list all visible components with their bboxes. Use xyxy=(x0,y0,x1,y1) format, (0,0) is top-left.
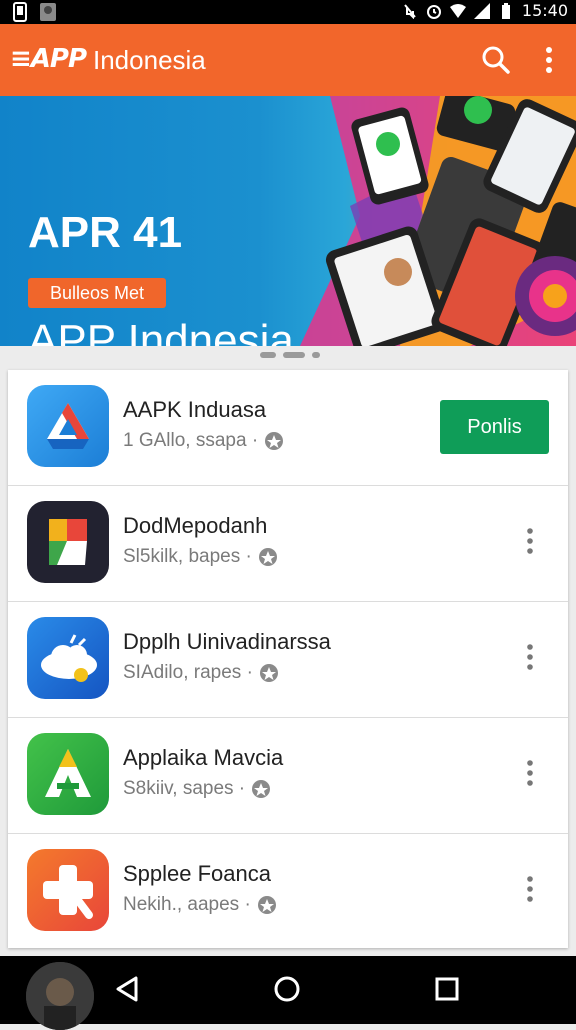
overflow-menu-button[interactable] xyxy=(534,42,564,78)
app-meta: S8kiiv, sapes · xyxy=(123,778,271,800)
home-icon xyxy=(274,976,300,1002)
app-subtitle: Sl5kilk, bapes · xyxy=(123,546,252,567)
a-letter-app-icon xyxy=(27,733,109,815)
more-vert-icon xyxy=(527,876,533,902)
app-name: Dpplh Uinivadinarssa xyxy=(123,629,331,654)
app-name: Spplee Foanca xyxy=(123,861,271,886)
install-button[interactable]: Ponlis xyxy=(440,400,549,454)
app-bar: ≡APP Indonesia xyxy=(0,24,576,96)
banner-title-line1: APR 41 xyxy=(28,208,183,257)
drive-icon xyxy=(27,385,109,467)
banner-cta-button[interactable]: Bulleos Met xyxy=(28,278,166,308)
image-icon xyxy=(38,2,58,22)
promo-banner[interactable]: APR 41 APP Indnesia Bulleos Met xyxy=(0,96,576,346)
pager-dot[interactable] xyxy=(260,352,276,358)
app-subtitle: SIAdilo, rapes · xyxy=(123,662,253,683)
app-list: AAPK Induasa 1 GAllo, ssapa · Ponlis Dod… xyxy=(8,370,568,948)
list-item[interactable]: AAPK Induasa 1 GAllo, ssapa · Ponlis xyxy=(8,370,568,486)
flag-app-icon xyxy=(27,501,109,583)
star-badge-icon xyxy=(264,431,284,451)
more-vert-icon xyxy=(546,47,552,73)
user-avatar xyxy=(26,962,94,1030)
more-vert-icon xyxy=(527,760,533,786)
banner-title: APR 41 APP Indnesia xyxy=(28,152,294,346)
wifi-icon xyxy=(449,3,466,19)
list-item[interactable]: DodMepodanh Sl5kilk, bapes · xyxy=(8,486,568,602)
item-overflow-button[interactable] xyxy=(522,874,538,904)
search-button[interactable] xyxy=(478,42,514,78)
system-nav-bar xyxy=(0,956,576,1030)
search-icon xyxy=(482,46,510,74)
battery-icon xyxy=(498,2,514,19)
banner-title-line2: APP Indnesia xyxy=(28,316,294,346)
app-name: DodMepodanh xyxy=(123,513,268,538)
list-item[interactable]: Spplee Foanca Nekih., aapes · xyxy=(8,834,568,950)
status-system-icons: 15:40 xyxy=(402,1,568,20)
app-logo: ≡APP xyxy=(10,44,87,74)
star-badge-icon xyxy=(257,895,277,915)
more-vert-icon xyxy=(527,644,533,670)
app-name: AAPK Induasa xyxy=(123,397,267,422)
back-icon xyxy=(116,976,138,1002)
recents-icon xyxy=(435,977,459,1001)
app-subtitle: Nekih., aapes · xyxy=(123,894,251,915)
alarm-icon xyxy=(426,3,442,19)
item-overflow-button[interactable] xyxy=(522,526,538,556)
more-vert-icon xyxy=(527,528,533,554)
status-notifications xyxy=(10,2,58,22)
plus-app-icon xyxy=(27,849,109,931)
star-badge-icon xyxy=(251,779,271,799)
app-meta: 1 GAllo, ssapa · xyxy=(123,430,284,452)
star-badge-icon xyxy=(259,663,279,683)
item-overflow-button[interactable] xyxy=(522,758,538,788)
back-button[interactable] xyxy=(112,974,142,1004)
recents-button[interactable] xyxy=(432,974,462,1004)
pager-dot[interactable] xyxy=(283,352,305,358)
app-meta: SIAdilo, rapes · xyxy=(123,662,279,684)
status-time: 15:40 xyxy=(521,1,568,20)
banner-pager xyxy=(260,352,320,358)
app-title: Indonesia xyxy=(93,45,206,75)
app-meta: Sl5kilk, bapes · xyxy=(123,546,278,568)
mute-icon xyxy=(402,3,418,19)
home-button[interactable] xyxy=(272,974,302,1004)
cloud-app-icon xyxy=(27,617,109,699)
list-item[interactable]: Dpplh Uinivadinarssa SIAdilo, rapes · xyxy=(8,602,568,718)
status-bar: 15:40 xyxy=(0,0,576,24)
app-subtitle: S8kiiv, sapes · xyxy=(123,778,246,799)
signal-icon xyxy=(473,2,490,19)
star-badge-icon xyxy=(258,547,278,567)
app-name: Applaika Mavcia xyxy=(123,745,284,770)
app-subtitle: 1 GAllo, ssapa · xyxy=(123,430,259,451)
notification-icon xyxy=(10,2,30,22)
pager-dot[interactable] xyxy=(312,352,320,358)
app-meta: Nekih., aapes · xyxy=(123,894,277,916)
list-item[interactable]: Applaika Mavcia S8kiiv, sapes · xyxy=(8,718,568,834)
item-overflow-button[interactable] xyxy=(522,642,538,672)
